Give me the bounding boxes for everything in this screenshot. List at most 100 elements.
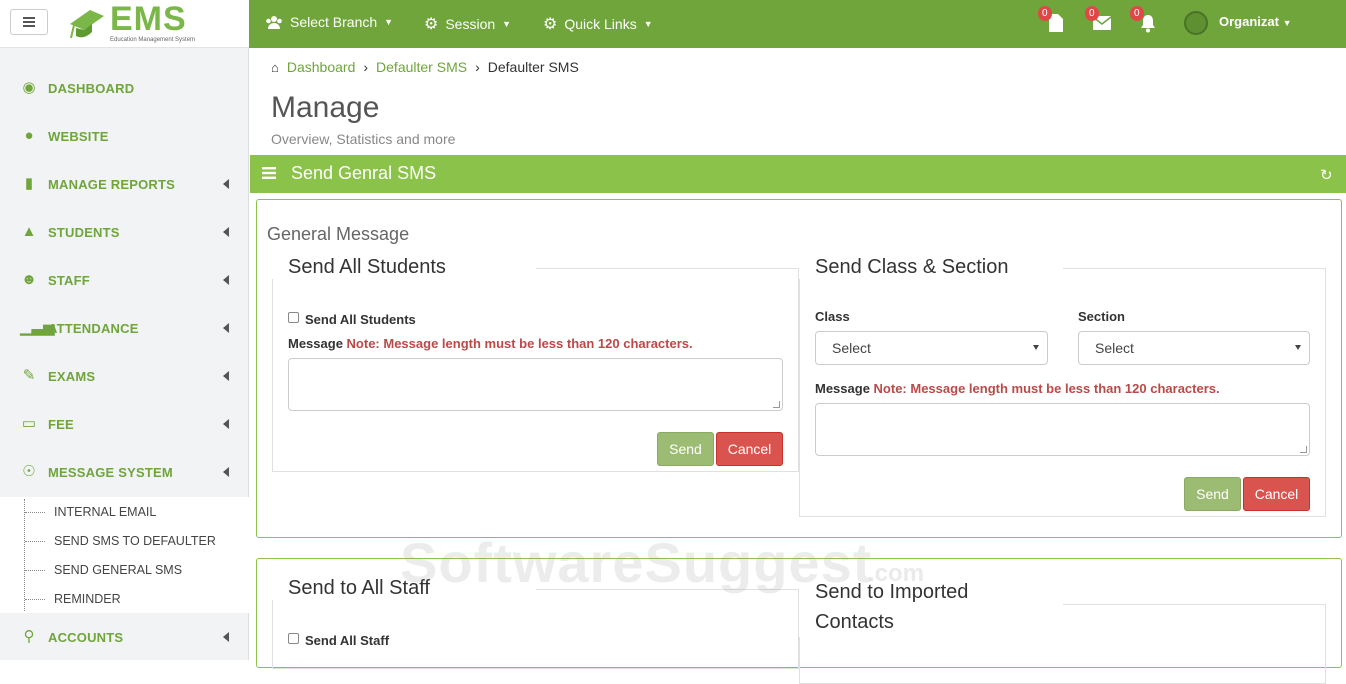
caret-down-icon	[1295, 345, 1301, 350]
sidebar-toggle-button[interactable]	[10, 9, 48, 35]
gear-icon: ⚙	[543, 16, 558, 33]
home-icon: ⌂	[271, 59, 279, 75]
mail-badge: 0	[1085, 6, 1099, 21]
sidebar-item-label: STAFF	[48, 272, 90, 288]
send-all-staff-fieldset	[272, 589, 799, 669]
submenu-item-internal-email[interactable]: INTERNAL EMAIL	[54, 505, 156, 519]
send-class-section-legend: Send Class & Section	[799, 256, 1025, 279]
credit-card-icon: ▭	[21, 415, 37, 432]
logo-area: EMS Education Management System	[0, 0, 249, 48]
chevron-left-icon	[223, 227, 229, 237]
send-all-staff-label: Send All Staff	[305, 633, 390, 648]
sidebar-item-accounts[interactable]: ⚲ ACCOUNTS	[0, 613, 249, 661]
message-label-text: Message	[815, 381, 870, 396]
key-icon: ⚲	[23, 628, 35, 645]
org-label: Organizat	[1219, 14, 1279, 29]
sidebar-item-label: ACCOUNTS	[48, 629, 124, 645]
all-students-send-button[interactable]: Send	[657, 432, 714, 466]
section-label: Section	[1078, 309, 1125, 324]
breadcrumb-separator: ›	[363, 59, 369, 75]
fieldset-border	[1063, 604, 1326, 605]
chevron-left-icon	[223, 179, 229, 189]
submenu-item-send-general-sms[interactable]: SEND GENERAL SMS	[54, 563, 182, 577]
avatar[interactable]	[1184, 11, 1208, 35]
breadcrumb-separator: ›	[475, 59, 480, 75]
logo-text: EMS	[110, 0, 187, 38]
breadcrumb-current: Defaulter SMS	[487, 59, 579, 75]
sidebar-item-manage-reports[interactable]: ▮ MANAGE REPORTS	[0, 160, 249, 208]
message-label: Message Note: Message length must be les…	[815, 381, 1220, 396]
page-title: Manage	[271, 91, 380, 124]
user-menu[interactable]: Organizat ▼	[1219, 14, 1292, 29]
all-students-message-textarea[interactable]	[288, 358, 783, 411]
quick-links-label: Quick Links	[564, 16, 637, 32]
class-section-message-textarea[interactable]	[815, 403, 1310, 456]
watermark: SoftwareSuggest	[400, 531, 873, 594]
message-label: Message Note: Message length must be les…	[288, 336, 693, 351]
panel-header: Send Genral SMS ↻	[250, 155, 1346, 193]
select-branch-menu[interactable]: Select Branch ▼	[265, 14, 393, 30]
page-subtitle: Overview, Statistics and more	[271, 131, 456, 147]
session-label: Session	[445, 16, 496, 32]
chevron-down-icon: ▼	[643, 19, 653, 29]
class-section-cancel-button[interactable]: Cancel	[1243, 477, 1310, 511]
sidebar-item-label: DASHBOARD	[48, 80, 135, 96]
sidebar-item-label: MESSAGE SYSTEM	[48, 464, 173, 480]
sidebar-item-label: WEBSITE	[48, 128, 109, 144]
dashboard-icon: ◉	[22, 79, 36, 96]
quick-links-menu[interactable]: ⚙ Quick Links ▼	[543, 14, 653, 34]
sidebar-item-exams[interactable]: ✎ EXAMS	[0, 352, 249, 400]
tree-tick	[25, 570, 45, 571]
globe-icon: ●	[24, 127, 34, 144]
fieldset-border	[1063, 268, 1326, 269]
imported-legend-line2: Contacts	[815, 611, 894, 633]
sidebar-item-label: ATTENDANCE	[48, 320, 139, 336]
edit-icon: ✎	[22, 367, 36, 384]
chevron-left-icon	[223, 323, 229, 333]
session-menu[interactable]: ⚙ Session ▼	[424, 14, 511, 34]
file-icon: ▮	[24, 175, 34, 192]
sidebar-item-staff[interactable]: ☻ STAFF	[0, 256, 249, 304]
sidebar-item-fee[interactable]: ▭ FEE	[0, 400, 249, 448]
gear-icon: ⚙	[424, 16, 439, 33]
hamburger-icon	[23, 21, 35, 23]
chevron-down-icon: ▼	[1282, 18, 1292, 28]
refresh-icon[interactable]: ↻	[1320, 166, 1334, 184]
tree-tick	[25, 541, 45, 542]
chevron-left-icon	[223, 632, 229, 642]
sidebar-item-website[interactable]: ● WEBSITE	[0, 112, 249, 160]
breadcrumb-defaulter-link[interactable]: Defaulter SMS	[376, 59, 467, 75]
chevron-down-icon: ▼	[502, 19, 512, 29]
caret-down-icon	[1033, 345, 1039, 350]
class-select[interactable]: Select	[815, 331, 1048, 365]
chevron-down-icon: ▼	[384, 17, 394, 27]
sidebar-item-label: MANAGE REPORTS	[48, 176, 176, 192]
breadcrumb-dashboard-link[interactable]: Dashboard	[287, 59, 356, 75]
chevron-left-icon	[223, 371, 229, 381]
submenu-item-send-sms-defaulter[interactable]: SEND SMS TO DEFAULTER	[54, 534, 216, 548]
chevron-left-icon	[223, 467, 229, 477]
sidebar-item-attendance[interactable]: ▁▃▅ ATTENDANCE	[0, 304, 249, 352]
tree-tick	[25, 512, 45, 513]
documents-badge: 0	[1038, 6, 1052, 21]
submenu-item-reminder[interactable]: REMINDER	[54, 592, 121, 606]
sidebar-item-message-system[interactable]: ☉ MESSAGE SYSTEM	[0, 448, 249, 496]
tree-line	[24, 499, 25, 611]
class-select-value: Select	[832, 340, 871, 356]
sidebar-item-students[interactable]: ▲ STUDENTS	[0, 208, 249, 256]
sidebar-item-dashboard[interactable]: ◉ DASHBOARD	[0, 64, 249, 112]
send-all-staff-checkbox[interactable]	[288, 633, 299, 644]
send-all-students-checkbox[interactable]	[288, 312, 299, 323]
chevron-left-icon	[223, 419, 229, 429]
users-icon: ☻	[21, 271, 37, 288]
class-section-send-button[interactable]: Send	[1184, 477, 1241, 511]
resize-grip-icon	[773, 401, 780, 408]
section-select[interactable]: Select	[1078, 331, 1310, 365]
graduation-cap-icon: ▲	[21, 223, 37, 240]
bars-icon	[262, 167, 276, 179]
general-message-heading: General Message	[267, 224, 410, 244]
message-label-text: Message	[288, 336, 343, 351]
graduation-cap-logo-icon	[70, 10, 104, 39]
logo-subtitle: Education Management System	[110, 37, 196, 43]
all-students-cancel-button[interactable]: Cancel	[716, 432, 783, 466]
